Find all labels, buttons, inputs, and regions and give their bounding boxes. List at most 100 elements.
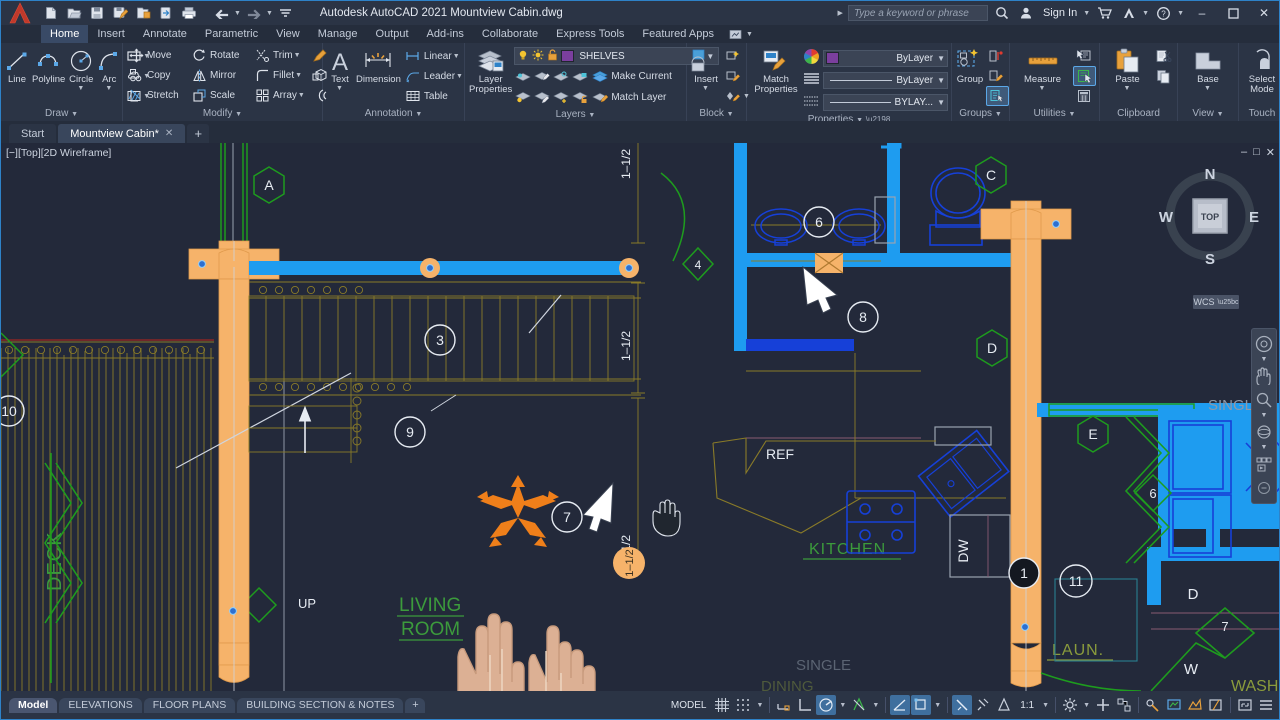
calculator-button[interactable]: [1073, 86, 1096, 106]
annotation-dimension-button[interactable]: Dimension: [355, 46, 402, 85]
panel-block-title[interactable]: Block ▼: [690, 106, 743, 121]
panel-layers-title[interactable]: Layers ▼: [468, 107, 683, 122]
workspace-switching-button[interactable]: [1060, 695, 1080, 715]
group-edit-button[interactable]: [986, 66, 1009, 86]
grip-point[interactable]: [199, 261, 206, 268]
object-color-selector[interactable]: ByLayer ▼: [823, 50, 948, 67]
infer-constraints-toggle[interactable]: [774, 695, 794, 715]
search-icon[interactable]: [993, 4, 1012, 23]
grip-point[interactable]: [626, 265, 633, 272]
steering-wheel-dropdown-icon[interactable]: ▼: [1261, 357, 1268, 363]
annotation-scale-button[interactable]: 1:1: [1015, 700, 1039, 711]
open-file-icon[interactable]: [64, 3, 84, 23]
linetype-selector[interactable]: ByLayer ▼: [823, 72, 948, 89]
array-dropdown-icon[interactable]: ▼: [298, 92, 305, 99]
select-mode-button[interactable]: Select Mode: [1242, 46, 1280, 95]
modify-copy-button[interactable]: Copy: [126, 65, 188, 85]
layer-color-swatch[interactable]: [561, 50, 574, 62]
graphics-performance-button[interactable]: [1185, 695, 1205, 715]
layer-isolate-icon[interactable]: [514, 67, 532, 85]
trim-dropdown-icon[interactable]: ▼: [294, 52, 301, 59]
draw-circle-button[interactable]: Circle ▼: [67, 46, 95, 92]
panel-utilities-title[interactable]: Utilities ▼: [1013, 106, 1096, 121]
snap-dropdown-icon[interactable]: ▼: [754, 702, 765, 709]
modify-move-button[interactable]: Move: [126, 45, 188, 65]
draw-arc-button[interactable]: Arc ▼: [96, 46, 122, 92]
paste-button[interactable]: Paste ▼: [1103, 46, 1152, 92]
panel-draw-title[interactable]: Draw ▼: [4, 106, 119, 121]
layer-freeze-obj-icon[interactable]: [552, 67, 570, 85]
group-selection-toggle[interactable]: [986, 86, 1009, 106]
hardware-acceleration-button[interactable]: [1164, 695, 1184, 715]
save-as-icon[interactable]: [110, 3, 130, 23]
round-callout-11[interactable]: 11: [1060, 565, 1092, 597]
viewport-maximize-icon[interactable]: □: [1253, 146, 1260, 159]
layer-lock-obj-icon[interactable]: [571, 67, 589, 85]
redo-dropdown-icon[interactable]: ▼: [266, 10, 273, 17]
ribbon-tab-parametric[interactable]: Parametric: [196, 25, 267, 43]
layer-on-all-icon[interactable]: [514, 88, 532, 106]
user-account-icon[interactable]: [1017, 4, 1036, 23]
steering-wheel-icon[interactable]: [1253, 333, 1275, 355]
polar-tracking-toggle[interactable]: [816, 695, 836, 715]
grip-point[interactable]: [1053, 221, 1060, 228]
text-dropdown-icon[interactable]: ▼: [336, 85, 343, 92]
annotation-monitor-button[interactable]: [1093, 695, 1113, 715]
workspace-dropdown-icon[interactable]: ▼: [1081, 702, 1092, 709]
ribbon-tab-manage[interactable]: Manage: [309, 25, 367, 43]
modify-mirror-button[interactable]: Mirror: [189, 65, 251, 85]
round-callout-9[interactable]: 9: [395, 417, 425, 447]
ribbon-minimize-icon[interactable]: ▼: [746, 31, 753, 38]
panel-touch-title[interactable]: Touch: [1242, 106, 1280, 121]
new-file-icon[interactable]: [41, 3, 61, 23]
copy-clip-button[interactable]: [1153, 66, 1174, 86]
clean-screen-button[interactable]: [1206, 695, 1226, 715]
layout-tab-model[interactable]: Model: [9, 698, 57, 713]
undo-icon[interactable]: [212, 3, 232, 23]
round-callout-3[interactable]: 3: [425, 325, 455, 355]
round-callout-7[interactable]: 7: [552, 502, 582, 532]
draw-polyline-button[interactable]: Polyline: [31, 46, 66, 85]
base-dropdown-icon[interactable]: ▼: [1204, 85, 1211, 92]
annotation-table-button[interactable]: Table: [403, 86, 465, 106]
selection-cycling-toggle[interactable]: [994, 695, 1014, 715]
ribbon-tab-addins[interactable]: Add-ins: [418, 25, 473, 43]
osnap-dropdown-icon[interactable]: ▼: [932, 702, 943, 709]
layer-thaw-icon[interactable]: [552, 88, 570, 106]
autodesk-logo-icon[interactable]: [1, 1, 37, 25]
pan-hand-icon[interactable]: [1253, 365, 1275, 387]
drawing-canvas[interactable]: [−][Top][2D Wireframe] – □ ✕ DECK: [1, 143, 1280, 691]
object-color-dropdown-icon[interactable]: ▼: [937, 54, 945, 63]
shopping-cart-icon[interactable]: [1095, 4, 1114, 23]
group-button[interactable]: Group: [955, 46, 985, 85]
viewport-close-icon[interactable]: ✕: [1266, 146, 1275, 159]
fillet-dropdown-icon[interactable]: ▼: [295, 72, 302, 79]
grip-point[interactable]: [1022, 624, 1029, 631]
annotation-text-button[interactable]: A Text ▼: [326, 46, 354, 92]
panel-clipboard-title[interactable]: Clipboard: [1103, 106, 1174, 121]
navbar-more-icon[interactable]: [1253, 477, 1275, 499]
layout-tab-elevations[interactable]: ELEVATIONS: [59, 698, 141, 713]
help-icon[interactable]: ?: [1154, 4, 1173, 23]
viewcube[interactable]: TOP N S E W: [1155, 161, 1265, 271]
ungroup-button[interactable]: [986, 46, 1009, 66]
draw-line-button[interactable]: Line: [4, 46, 30, 85]
ribbon-tab-view[interactable]: View: [267, 25, 309, 43]
lineweight-dropdown-icon[interactable]: ▼: [937, 98, 945, 107]
object-snap-toggle[interactable]: [911, 695, 931, 715]
save-file-icon[interactable]: [87, 3, 107, 23]
annotation-scale-dropdown-icon[interactable]: ▼: [1040, 702, 1051, 709]
quick-select-button[interactable]: [1073, 46, 1096, 66]
ribbon-tab-express-tools[interactable]: Express Tools: [547, 25, 633, 43]
grip-point[interactable]: [427, 265, 434, 272]
modify-trim-button[interactable]: Trim ▼: [252, 45, 307, 65]
modify-stretch-button[interactable]: Stretch: [126, 85, 188, 105]
isometric-dropdown-icon[interactable]: ▼: [870, 702, 881, 709]
ribbon-tab-annotate[interactable]: Annotate: [134, 25, 196, 43]
layer-set-icon[interactable]: [533, 67, 551, 85]
paste-dropdown-icon[interactable]: ▼: [1124, 85, 1131, 92]
maximize-button[interactable]: [1220, 2, 1246, 24]
circle-dropdown-icon[interactable]: ▼: [77, 85, 84, 92]
base-button[interactable]: Base ▼: [1181, 46, 1235, 92]
layer-properties-button[interactable]: Layer Properties: [468, 46, 513, 95]
